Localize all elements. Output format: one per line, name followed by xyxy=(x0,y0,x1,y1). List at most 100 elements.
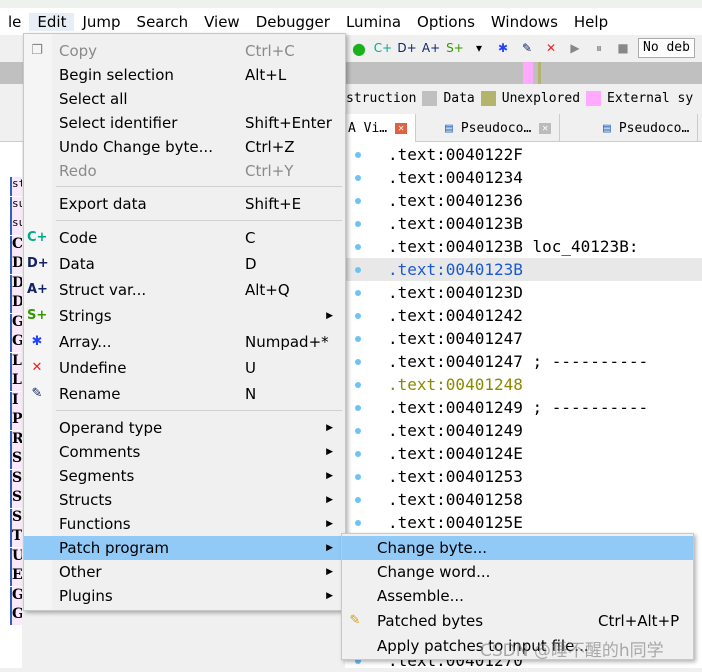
function-list-item[interactable]: S xyxy=(10,489,22,508)
menu-jump[interactable]: Jump xyxy=(74,13,128,31)
menu-item-code[interactable]: C+ Code C xyxy=(24,226,345,250)
struct-icon[interactable]: A+ xyxy=(422,39,440,57)
menu-item-structs[interactable]: Structs ▶ xyxy=(24,488,345,512)
menu-item-export-data[interactable]: Export data Shift+E xyxy=(24,192,345,216)
code-line[interactable]: .text:0040122F xyxy=(345,143,702,166)
function-list-item[interactable]: D xyxy=(10,294,22,313)
close-icon[interactable]: ✕ xyxy=(539,122,552,134)
code-line[interactable]: .text:00401258 xyxy=(345,488,702,511)
menu-item-comments[interactable]: Comments ▶ xyxy=(24,440,345,464)
submenu-arrow-icon: ▶ xyxy=(326,423,333,433)
stop-icon[interactable]: ■ xyxy=(614,39,632,57)
menu-options[interactable]: Options xyxy=(409,13,483,31)
code-line[interactable]: .text:0040125E xyxy=(345,511,702,534)
code-line[interactable]: .text:00401247 xyxy=(345,327,702,350)
function-list-item[interactable]: G xyxy=(10,586,22,606)
code-line[interactable]: .text:00401234 xyxy=(345,166,702,189)
menu-item-operand-type[interactable]: Operand type ▶ xyxy=(24,416,345,440)
function-list-item[interactable]: su xyxy=(10,216,22,235)
strings-icon[interactable]: S+ xyxy=(446,39,464,57)
menu-item-data[interactable]: D+ Data D xyxy=(24,252,345,276)
menu-item-rename[interactable]: ✎ Rename N xyxy=(24,382,345,406)
menu-item-shortcut: Ctrl+Y xyxy=(245,162,294,180)
menu-lumina[interactable]: Lumina xyxy=(338,13,409,31)
menu-item-select-all[interactable]: Select all xyxy=(24,87,345,111)
dropdown-arrow-icon[interactable]: ▾ xyxy=(470,39,488,57)
breakpoint-dot-icon xyxy=(355,198,361,204)
undefine-icon[interactable]: ✕ xyxy=(542,39,560,57)
menu-item-segments[interactable]: Segments ▶ xyxy=(24,464,345,488)
pause-icon[interactable]: ⏸ xyxy=(590,39,608,57)
function-list-item[interactable]: T xyxy=(10,528,22,547)
menu-item-strings[interactable]: S+ Strings ▶ xyxy=(24,304,345,328)
code-line[interactable]: .text:00401242 xyxy=(345,304,702,327)
function-list-item[interactable]: G xyxy=(10,606,22,625)
debugger-select[interactable]: No deb xyxy=(638,38,695,58)
menu-item-label: Export data xyxy=(59,195,147,213)
menu-item-undo-change-byte[interactable]: Undo Change byte... Ctrl+Z xyxy=(24,135,345,159)
code-line[interactable]: .text:0040123D xyxy=(345,281,702,304)
tab-ida-view[interactable]: A Vi… ✕ xyxy=(340,114,417,142)
code-line[interactable]: .text:0040123B loc_40123B: xyxy=(345,235,702,258)
menu-item-copy[interactable]: ❐ Copy Ctrl+C xyxy=(24,39,345,63)
close-icon[interactable]: ✕ xyxy=(395,122,408,134)
function-list-item[interactable]: P xyxy=(10,411,22,430)
function-list-item[interactable]: L xyxy=(10,352,22,372)
menu-view[interactable]: View xyxy=(196,13,248,31)
code-line[interactable]: .text:0040124E xyxy=(345,442,702,465)
menu-item-select-identifier[interactable]: Select identifier Shift+Enter xyxy=(24,111,345,135)
menu-item-begin-selection[interactable]: Begin selection Alt+L xyxy=(24,63,345,87)
function-list-item[interactable]: D xyxy=(10,255,22,274)
function-list-item[interactable]: C xyxy=(10,235,22,255)
function-list-item[interactable]: st xyxy=(10,177,22,196)
function-list-item[interactable]: L xyxy=(10,372,22,391)
function-list-item[interactable]: S xyxy=(10,450,22,469)
menu-item-plugins[interactable]: Plugins ▶ xyxy=(24,584,345,608)
menu-item-patch-program[interactable]: Patch program ▶ xyxy=(24,536,345,560)
code-line[interactable]: .text:0040123B xyxy=(345,258,702,281)
menu-debugger[interactable]: Debugger xyxy=(248,13,338,31)
data-icon[interactable]: D+ xyxy=(397,39,416,57)
menu-item-array[interactable]: ✱ Array... Numpad+* xyxy=(24,330,345,354)
menu-item-change-word[interactable]: Change word... xyxy=(342,560,693,584)
menu-item-undefine[interactable]: ✕ Undefine U xyxy=(24,356,345,380)
menu-item-redo[interactable]: Redo Ctrl+Y xyxy=(24,159,345,183)
function-list-item[interactable]: R xyxy=(10,430,22,450)
tab-pseudocode-2[interactable]: ▤ Pseudoco… xyxy=(595,114,699,142)
function-list-item[interactable]: S xyxy=(10,469,22,489)
tab-pseudocode-1[interactable]: ▤ Pseudoco… ✕ xyxy=(437,114,561,142)
function-list-item[interactable]: G xyxy=(10,313,22,333)
code-line[interactable]: .text:00401248 xyxy=(345,373,702,396)
code-line[interactable]: .text:00401249 ; ---------- xyxy=(345,396,702,419)
menu-item-functions[interactable]: Functions ▶ xyxy=(24,512,345,536)
menu-item-patched-bytes[interactable]: ✎ Patched bytes Ctrl+Alt+P xyxy=(342,609,693,633)
menu-windows[interactable]: Windows xyxy=(483,13,566,31)
menu-item-other[interactable]: Other ▶ xyxy=(24,560,345,584)
menu-help[interactable]: Help xyxy=(566,13,616,31)
code-line[interactable]: .text:00401247 ; ---------- xyxy=(345,350,702,373)
play-icon[interactable]: ▶ xyxy=(566,39,584,57)
code-line[interactable]: .text:00401249 xyxy=(345,419,702,442)
menu-search[interactable]: Search xyxy=(129,13,197,31)
code-line[interactable]: .text:00401253 xyxy=(345,465,702,488)
menu-item-assemble[interactable]: Assemble... xyxy=(342,584,693,608)
rename-icon[interactable]: ✎ xyxy=(518,39,536,57)
run-indicator-icon[interactable]: ● xyxy=(350,39,368,58)
code-line[interactable]: .text:00401236 xyxy=(345,189,702,212)
submenu-arrow-icon: ▶ xyxy=(326,519,333,529)
array-icon[interactable]: ✱ xyxy=(494,39,512,57)
menu-le[interactable]: le xyxy=(0,13,29,31)
function-list-item[interactable]: I xyxy=(10,391,22,411)
function-list-item[interactable]: G xyxy=(10,333,22,352)
function-list-item[interactable]: E xyxy=(10,567,22,586)
code-icon[interactable]: C+ xyxy=(374,39,392,57)
function-list-item[interactable]: U xyxy=(10,547,22,567)
function-list-item[interactable]: D xyxy=(10,274,22,294)
document-icon: ▤ xyxy=(603,120,611,136)
function-list-item[interactable]: S xyxy=(10,508,22,528)
menu-edit[interactable]: Edit xyxy=(29,12,75,31)
menu-item-struct-var[interactable]: A+ Struct var... Alt+Q xyxy=(24,278,345,302)
code-line[interactable]: .text:0040123B xyxy=(345,212,702,235)
menu-item-change-byte[interactable]: Change byte... xyxy=(342,536,693,560)
function-list-item[interactable]: su xyxy=(10,196,22,216)
